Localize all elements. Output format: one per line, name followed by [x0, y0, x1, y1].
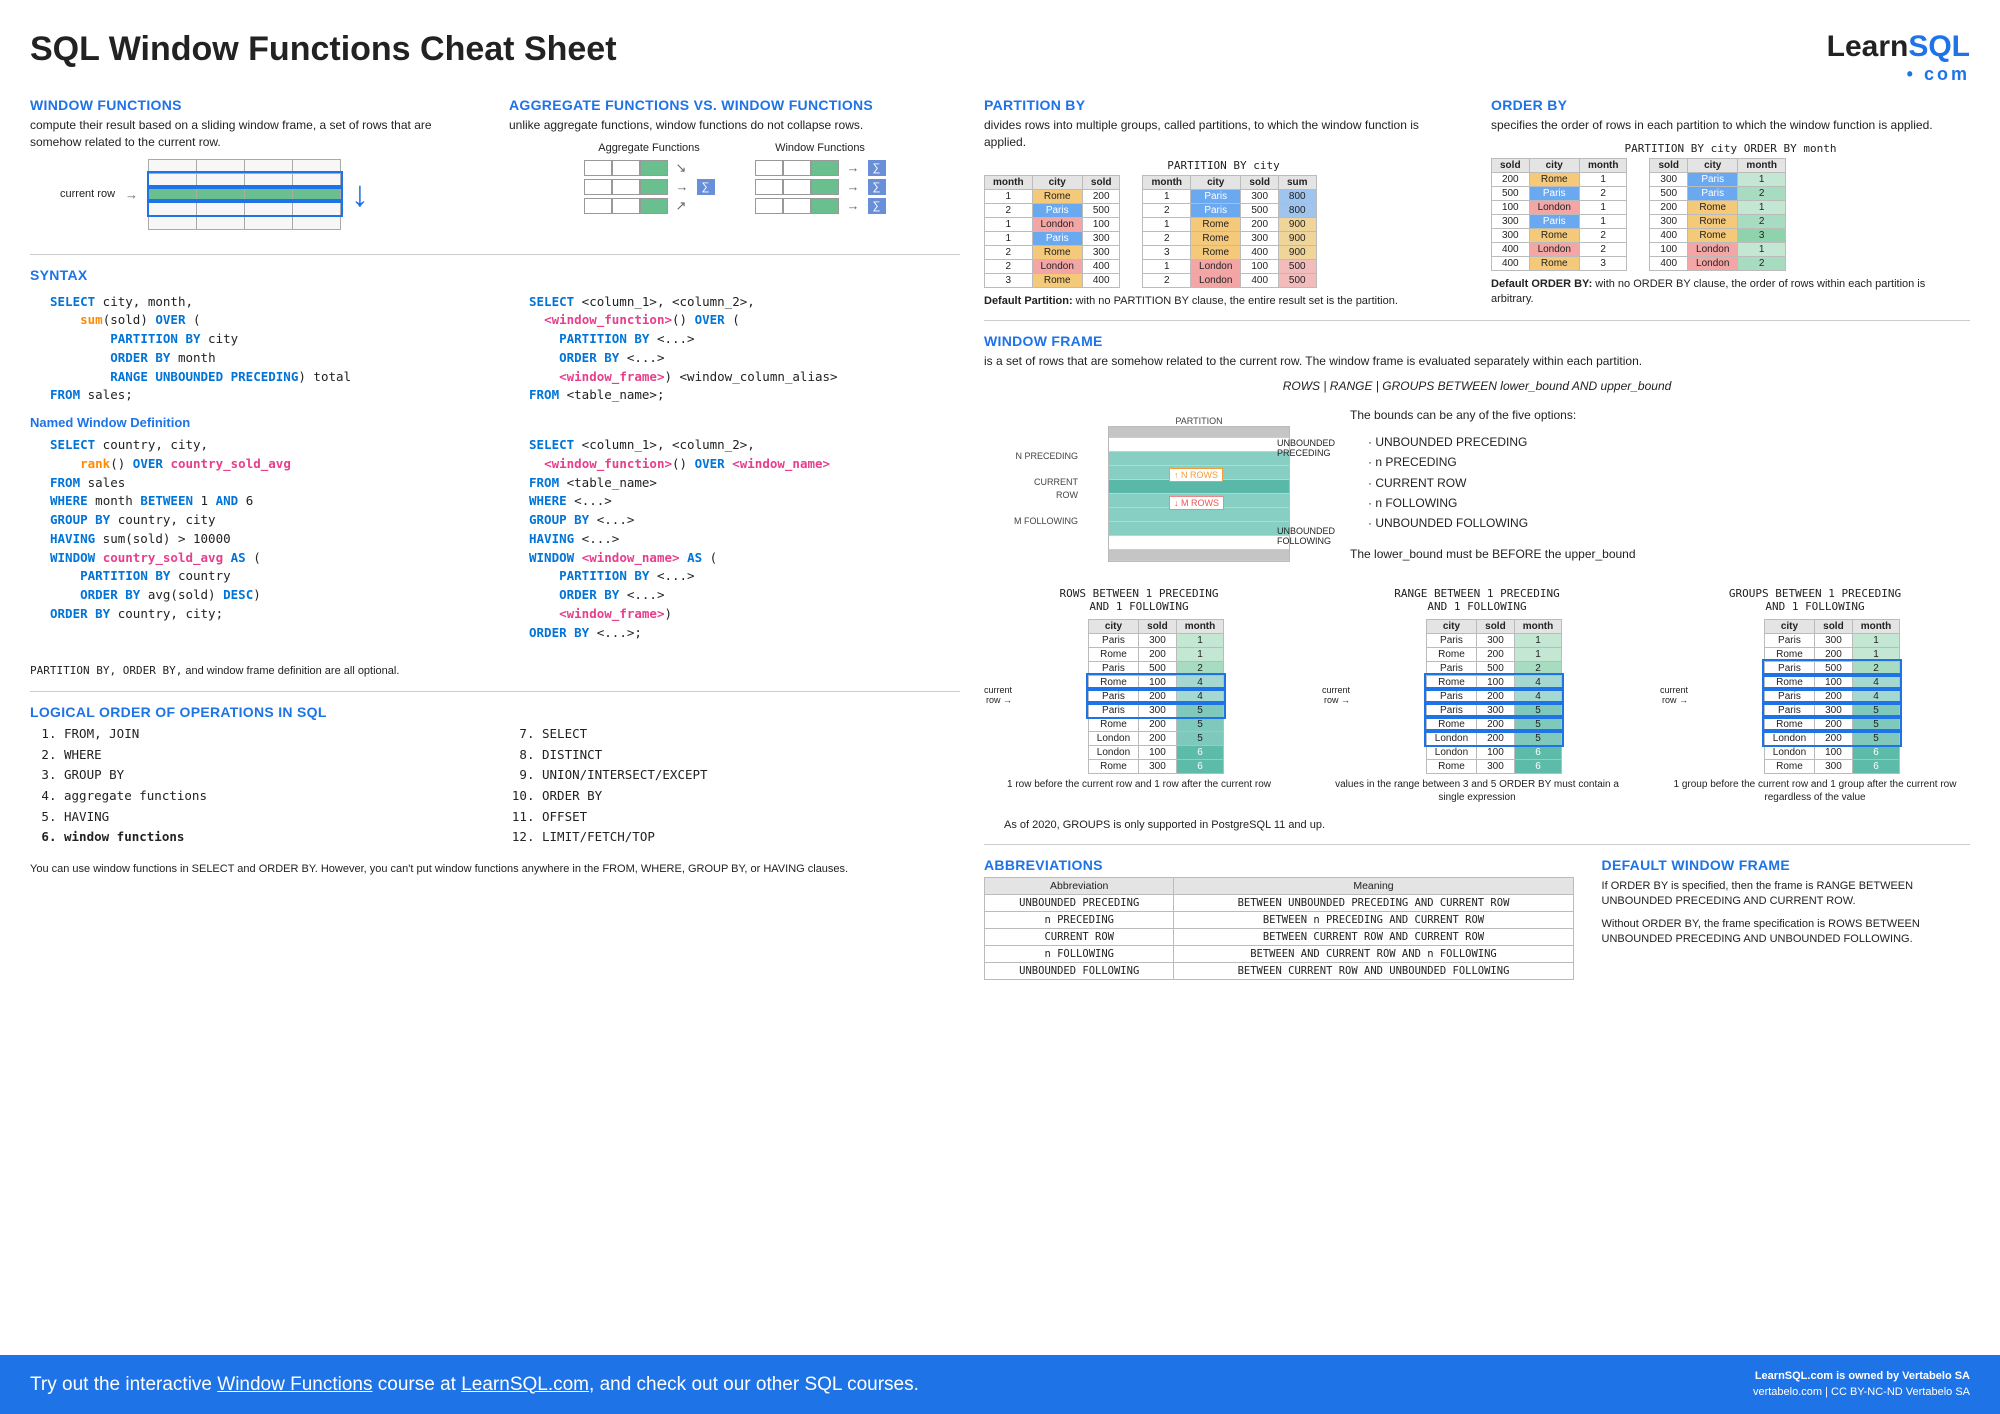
order-note: You can use window functions in SELECT a… — [30, 862, 960, 877]
syntax-code-2: SELECT <column_1>, <column_2>, <window_f… — [509, 293, 960, 406]
page-title: SQL Window Functions Cheat Sheet — [30, 30, 617, 69]
named-note: PARTITION BY, ORDER BY, PARTITION BY, OR… — [30, 664, 960, 679]
abbr-heading: ABBREVIATIONS — [984, 857, 1574, 873]
named-heading: Named Window Definition — [30, 415, 960, 430]
named-code-1: SELECT country, city, rank() OVER countr… — [30, 436, 481, 624]
agg-heading: AGGREGATE FUNCTIONS VS. WINDOW FUNCTIONS — [509, 97, 960, 113]
named-code-2: SELECT <column_1>, <column_2>, <window_f… — [509, 436, 960, 642]
syntax-code-1: SELECT city, month, sum(sold) OVER ( PAR… — [30, 293, 481, 406]
syntax-heading: SYNTAX — [30, 267, 960, 283]
default-frame-heading: DEFAULT WINDOW FRAME — [1602, 857, 1970, 873]
sliding-window-diagram: current row → ↓ — [60, 159, 481, 230]
partition-heading: PARTITION BY — [984, 97, 1463, 113]
frame-bounds-diagram: N PRECEDING CURRENT ROW M FOLLOWING PART… — [1014, 407, 1970, 571]
abbr-table: AbbreviationMeaningUNBOUNDED PRECEDINGBE… — [984, 877, 1574, 980]
agg-desc: unlike aggregate functions, window funct… — [509, 117, 960, 134]
frame-heading: WINDOW FRAME — [984, 333, 1970, 349]
orderby-tables: soldcitymonth200Rome1500Paris2100London1… — [1491, 158, 1970, 271]
order-heading: LOGICAL ORDER OF OPERATIONS IN SQL — [30, 704, 960, 720]
frame-examples: ROWS BETWEEN 1 PRECEDING AND 1 FOLLOWING… — [984, 587, 1970, 804]
order-list: FROM, JOINWHEREGROUP BYaggregate functio… — [30, 724, 960, 848]
partition-tables: monthcitysold1Rome2002Paris5001London100… — [984, 175, 1463, 288]
wf-desc: compute their result based on a sliding … — [30, 117, 481, 151]
orderby-heading: ORDER BY — [1491, 97, 1970, 113]
agg-vs-window-diagram: Aggregate Functions ↘ →∑ ↗ Window Functi… — [509, 142, 960, 217]
footer: Try out the interactive Window Functions… — [0, 1355, 2000, 1414]
footer-link-site[interactable]: LearnSQL.com — [461, 1374, 589, 1395]
wf-heading: WINDOW FUNCTIONS — [30, 97, 481, 113]
footer-link-course[interactable]: Window Functions — [217, 1374, 372, 1395]
logo: LearnSQL • com — [1827, 30, 1970, 85]
